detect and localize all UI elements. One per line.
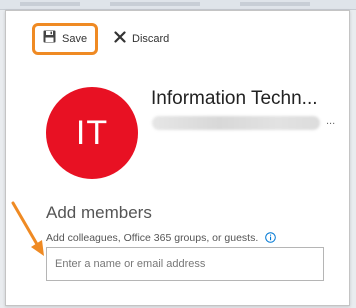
avatar-initials: IT xyxy=(75,113,109,152)
group-avatar: IT xyxy=(46,87,138,179)
add-member-input[interactable] xyxy=(46,247,324,281)
obscured-suffix: ... xyxy=(326,115,336,127)
save-label: Save xyxy=(62,33,88,45)
background-window-strip xyxy=(0,0,356,10)
info-icon[interactable] xyxy=(265,232,277,246)
close-icon xyxy=(114,30,126,48)
group-email-obscured xyxy=(152,116,320,130)
add-members-title: Add members xyxy=(46,203,152,222)
discard-label: Discard xyxy=(132,33,170,45)
discard-button[interactable]: Discard xyxy=(114,29,169,49)
save-icon xyxy=(43,30,56,48)
group-name: Information Techn... xyxy=(151,88,318,109)
add-members-helper: Add colleagues, Office 365 groups, or gu… xyxy=(46,232,277,246)
helper-text: Add colleagues, Office 365 groups, or gu… xyxy=(46,232,259,244)
edit-group-panel: Save Discard IT Information Techn... ...… xyxy=(5,10,350,306)
save-button[interactable]: Save xyxy=(32,23,98,55)
